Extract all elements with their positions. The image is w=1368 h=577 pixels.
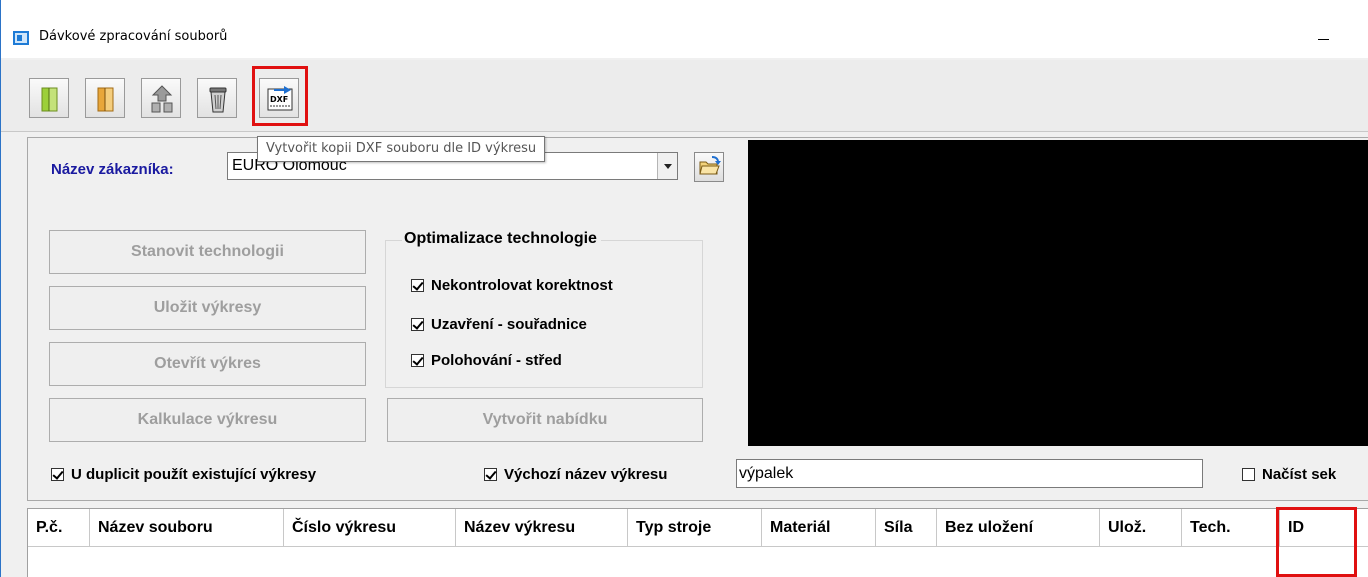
uzavreni-checkbox[interactable]: Uzavření - souřadnice [411, 316, 587, 333]
column-header-sila[interactable]: Síla [876, 509, 937, 547]
grid-header: P.č. Název souboru Číslo výkresu Název v… [28, 509, 1368, 547]
stanovit-technologii-button[interactable]: Stanovit technologii [49, 230, 366, 274]
column-header-typ-stroje[interactable]: Typ stroje [628, 509, 762, 547]
kalkulace-vykresu-button[interactable]: Kalkulace výkresu [49, 398, 366, 442]
checkbox-label: Polohování - střed [431, 352, 562, 369]
vytvorit-nabidku-button[interactable]: Vytvořit nabídku [387, 398, 703, 442]
minimize-button[interactable] [1301, 19, 1368, 58]
use-existing-checkbox[interactable]: U duplicit použít existující výkresy [51, 466, 316, 483]
toolbar: DXF [1, 60, 1368, 132]
column-header-nazev-souboru[interactable]: Název souboru [90, 509, 284, 547]
checkbox-box[interactable] [411, 318, 424, 331]
checkbox-box[interactable] [411, 279, 424, 292]
files-grid[interactable]: P.č. Název souboru Číslo výkresu Název v… [27, 508, 1368, 577]
default-name-input[interactable]: výpalek [736, 459, 1203, 488]
open-folder-icon [699, 156, 721, 175]
default-name-checkbox[interactable]: Výchozí název výkresu [484, 466, 667, 483]
trash-icon [209, 87, 227, 113]
optimization-title: Optimalizace technologie [402, 230, 601, 248]
customer-label: Název zákazníka: [51, 161, 174, 178]
checkbox-box[interactable] [1242, 468, 1255, 481]
process-button[interactable] [141, 78, 181, 118]
app-icon [13, 31, 29, 45]
green-book-icon [41, 87, 58, 112]
checkbox-label: Výchozí název výkresu [504, 466, 668, 483]
open-customer-button[interactable] [694, 152, 724, 182]
column-header-tech[interactable]: Tech. [1182, 509, 1280, 547]
id-column-highlight [1276, 507, 1357, 577]
dxf-button-tooltip: Vytvořit kopii DXF souboru dle ID výkres… [257, 136, 546, 162]
checkbox-label: Uzavření - souřadnice [431, 316, 587, 333]
column-header-bez-ulozeni[interactable]: Bez uložení [937, 509, 1100, 547]
column-header-uloz[interactable]: Ulož. [1100, 509, 1182, 547]
checkbox-label: U duplicit použít existující výkresy [71, 466, 317, 483]
delete-button[interactable] [197, 78, 237, 118]
otevrit-vykres-button[interactable]: Otevřít výkres [49, 342, 366, 386]
column-header-material[interactable]: Materiál [762, 509, 876, 547]
checkbox-label: Nekontrolovat korektnost [431, 277, 613, 294]
checkbox-label: Načíst sek [1262, 466, 1337, 483]
column-header-nazev-vykresu[interactable]: Název výkresu [456, 509, 628, 547]
polohovani-checkbox[interactable]: Polohování - střed [411, 352, 562, 369]
checkbox-box[interactable] [411, 354, 424, 367]
checkbox-box[interactable] [51, 468, 64, 481]
open-file-button[interactable] [85, 78, 125, 118]
checkbox-box[interactable] [484, 468, 497, 481]
load-sections-checkbox[interactable]: Načíst sek [1242, 466, 1336, 483]
ulozit-vykresy-button[interactable]: Uložit výkresy [49, 286, 366, 330]
window-title: Dávkové zpracování souborů [39, 29, 228, 44]
recycle-icon [151, 85, 173, 113]
column-header-pc[interactable]: P.č. [28, 509, 90, 547]
chevron-down-icon[interactable] [657, 153, 677, 179]
title-bar: Dávkové zpracování souborů [1, 0, 1368, 58]
orange-book-icon [97, 87, 114, 112]
dxf-button-highlight [252, 66, 308, 126]
drawing-preview [748, 140, 1368, 446]
open-folder-button[interactable] [29, 78, 69, 118]
batch-processing-window: Dávkové zpracování souborů DXF Název zák… [0, 0, 1368, 577]
nekontrolovat-checkbox[interactable]: Nekontrolovat korektnost [411, 277, 613, 294]
column-header-cislo-vykresu[interactable]: Číslo výkresu [284, 509, 456, 547]
